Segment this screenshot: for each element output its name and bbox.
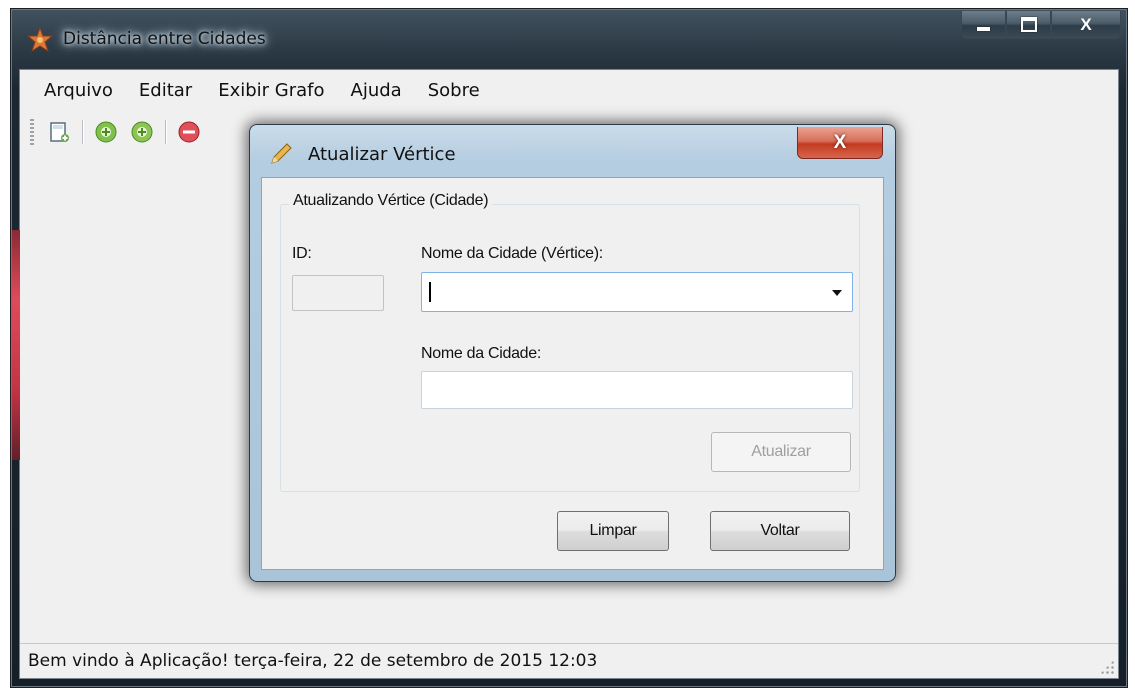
back-button[interactable]: Voltar — [710, 511, 850, 551]
city-combo-label: Nome da Cidade (Vértice): — [421, 245, 603, 262]
toolbar-grip[interactable] — [30, 119, 34, 145]
remove-red-icon — [178, 121, 200, 143]
title-bar[interactable]: Distância entre Cidades X — [11, 9, 1127, 69]
toolbar-new-button[interactable] — [44, 117, 74, 147]
toolbar-add-button[interactable] — [91, 117, 121, 147]
close-icon: X — [1080, 14, 1092, 34]
city-name-input[interactable] — [421, 371, 853, 409]
toolbar-add-alt-button[interactable] — [127, 117, 157, 147]
city-name-label: Nome da Cidade: — [421, 345, 542, 362]
minimize-icon — [977, 26, 990, 31]
dialog-close-button[interactable]: X — [797, 127, 883, 159]
desktop-background-stripe — [12, 230, 20, 460]
update-button[interactable]: Atualizar — [711, 432, 851, 472]
id-field — [292, 275, 384, 311]
menu-sobre[interactable]: Sobre — [416, 80, 494, 101]
clear-button[interactable]: Limpar — [557, 511, 669, 551]
new-document-icon — [50, 122, 69, 142]
vertex-groupbox: Atualizando Vértice (Cidade) ID: Nome da… — [280, 192, 860, 492]
menu-exibir-grafo[interactable]: Exibir Grafo — [206, 80, 338, 101]
minimize-button[interactable] — [961, 11, 1006, 39]
menu-bar: Arquivo Editar Exibir Grafo Ajuda Sobre — [20, 70, 1118, 110]
add-green-alt-icon — [131, 121, 153, 143]
pencil-icon — [271, 143, 292, 164]
chevron-down-icon[interactable] — [832, 290, 842, 296]
dialog-client-area: Atualizando Vértice (Cidade) ID: Nome da… — [261, 177, 884, 570]
toolbar-separator — [82, 120, 83, 144]
close-button[interactable]: X — [1051, 11, 1121, 39]
maximize-button[interactable] — [1006, 11, 1051, 39]
text-caret — [429, 282, 431, 302]
maximize-icon — [1020, 17, 1037, 32]
dialog-title-bar[interactable]: Atualizar Vértice X — [250, 125, 895, 177]
id-label: ID: — [292, 245, 312, 262]
menu-editar[interactable]: Editar — [127, 80, 206, 101]
caption-buttons: X — [961, 11, 1121, 41]
menu-arquivo[interactable]: Arquivo — [32, 80, 127, 101]
menu-ajuda[interactable]: Ajuda — [339, 80, 416, 101]
resize-grip[interactable] — [1100, 660, 1114, 674]
dialog-title: Atualizar Vértice — [308, 144, 456, 165]
city-vertex-combobox[interactable] — [421, 272, 853, 312]
add-green-icon — [95, 121, 117, 143]
app-star-icon — [27, 27, 53, 53]
close-icon: X — [833, 131, 847, 153]
toolbar-separator — [165, 120, 166, 144]
window-title: Distância entre Cidades — [63, 29, 266, 49]
status-bar: Bem vindo à Aplicação! terça-feira, 22 d… — [20, 643, 1118, 678]
update-vertex-dialog: Atualizar Vértice X Atualizando Vértice … — [249, 124, 896, 582]
groupbox-title: Atualizando Vértice (Cidade) — [289, 192, 493, 210]
toolbar-remove-button[interactable] — [174, 117, 204, 147]
status-text: Bem vindo à Aplicação! terça-feira, 22 d… — [28, 651, 598, 671]
